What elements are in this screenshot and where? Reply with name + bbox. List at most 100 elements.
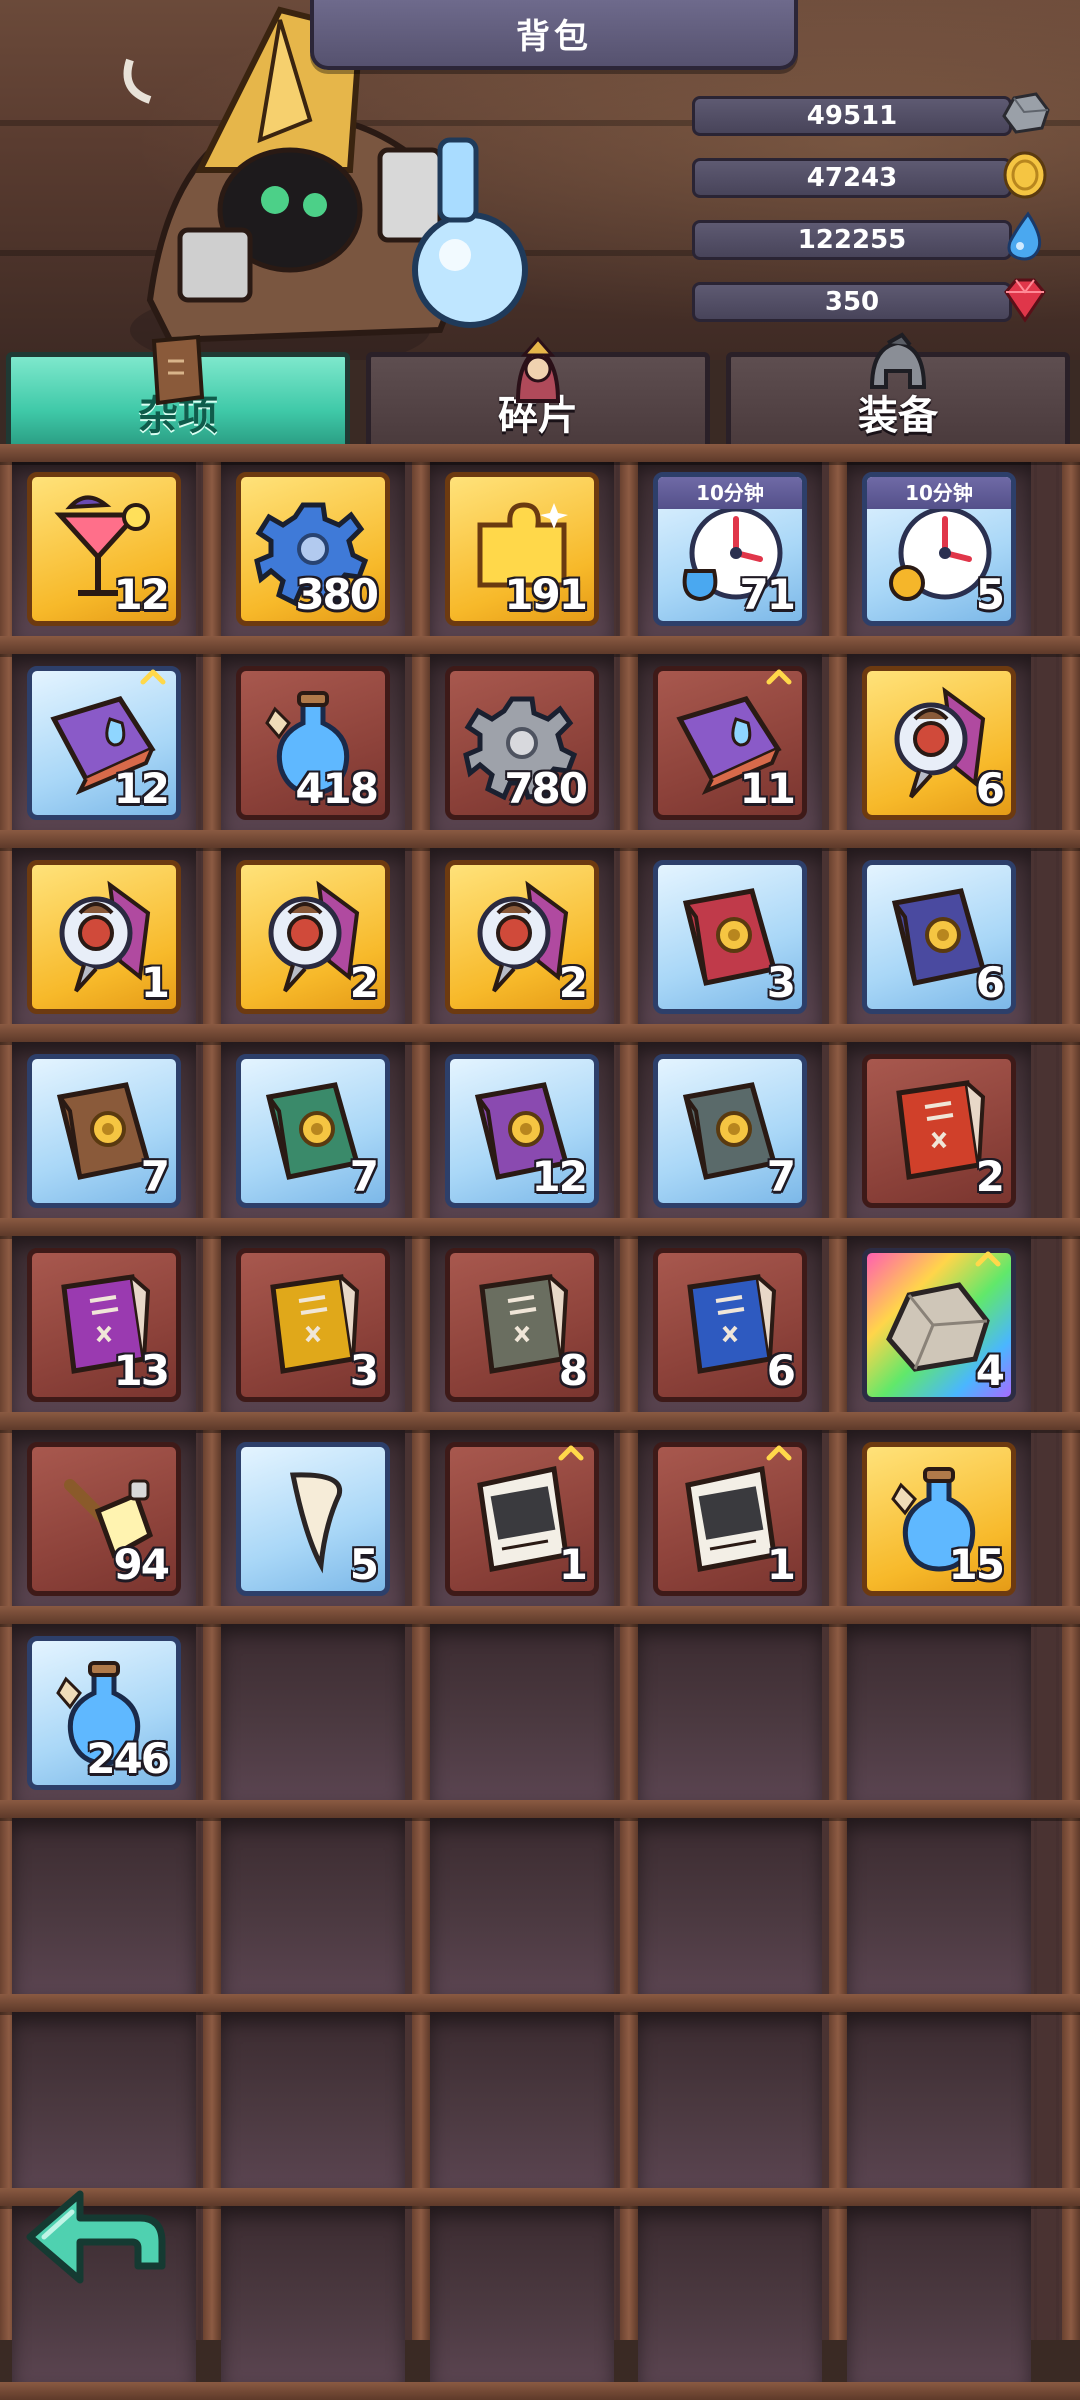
inventory-item-cocktail[interactable]: 12 [27, 472, 181, 626]
inventory-item-potion-red[interactable]: 418 [236, 666, 390, 820]
item-quantity: 12 [531, 1152, 588, 1201]
inventory-item-potion-blue[interactable]: 246 [27, 1636, 181, 1790]
upgrade-chevron-icon [766, 669, 792, 685]
hero-icon [515, 336, 561, 403]
upgrade-chevron-icon [558, 1445, 584, 1461]
item-quantity: 418 [295, 764, 379, 813]
shelf-plank [0, 1412, 1080, 1430]
inventory-item-wanted-rifle[interactable]: 1 [445, 1442, 599, 1596]
item-quantity: 191 [504, 570, 588, 619]
inventory-item-manual-purple[interactable]: 13 [27, 1248, 181, 1402]
shelf-slot [430, 1818, 614, 1994]
back-arrow-icon[interactable] [20, 2182, 170, 2292]
shelf-slot [221, 2012, 405, 2188]
currency-gold[interactable]: 47243 [692, 151, 1052, 199]
tab-fragments[interactable]: 碎片 [366, 336, 710, 452]
inventory-item-manual-grey[interactable]: 8 [445, 1248, 599, 1402]
inventory-item-potion-gold[interactable]: 15 [862, 1442, 1016, 1596]
item-quantity: 7 [766, 1152, 796, 1201]
currency-value: 47243 [692, 158, 1012, 198]
inventory-item-manual-red[interactable]: 2 [862, 1054, 1016, 1208]
shelf-plank [0, 1606, 1080, 1624]
item-quantity: 1 [766, 1540, 796, 1589]
inventory-item-glue-brush[interactable]: 94 [27, 1442, 181, 1596]
item-quantity: 71 [739, 570, 796, 619]
shelf-plank [0, 830, 1080, 848]
inventory-item-gear-grey[interactable]: 780 [445, 666, 599, 820]
shelf-slot [638, 1624, 822, 1800]
inventory-shelf: 12 380 191 10分钟71 10分钟5 12 418 780 11 [0, 444, 1080, 2400]
upgrade-chevron-icon [140, 669, 166, 685]
shelf-post [829, 452, 847, 2340]
shelf-slot [12, 2012, 196, 2188]
shelf-plank [0, 444, 1080, 462]
inventory-item-potion-book-red[interactable]: 11 [653, 666, 807, 820]
inventory-item-puzzle-piece[interactable]: 191 [445, 472, 599, 626]
inventory-item-timer-potion[interactable]: 10分钟 71 [653, 472, 807, 626]
item-quantity: 94 [113, 1540, 170, 1589]
shelf-slot [847, 2012, 1031, 2188]
item-quantity: 11 [739, 764, 796, 813]
item-quantity: 8 [558, 1346, 588, 1395]
inventory-item-tome-grey[interactable]: 7 [653, 1054, 807, 1208]
currency-value: 49511 [692, 96, 1012, 136]
inventory-item-tome-violet[interactable]: 12 [445, 1054, 599, 1208]
currency-gem[interactable]: 350 [692, 276, 1052, 323]
item-quantity: 5 [349, 1540, 379, 1589]
shelf-plank [0, 2382, 1080, 2400]
item-quantity: 2 [349, 958, 379, 1007]
inventory-item-fang[interactable]: 5 [236, 1442, 390, 1596]
currency-water[interactable]: 122255 [692, 211, 1052, 261]
item-quantity: 2 [558, 958, 588, 1007]
inventory-item-manual-blue[interactable]: 6 [653, 1248, 807, 1402]
timer-label: 10分钟 [867, 477, 1011, 509]
shelf-slot [638, 2012, 822, 2188]
shelf-plank [0, 1218, 1080, 1236]
inventory-item-potion-book-blue[interactable]: 12 [27, 666, 181, 820]
shelf-slot [221, 1624, 405, 1800]
shelf-plank [0, 1800, 1080, 1818]
item-quantity: 5 [975, 570, 1005, 619]
shelf-slot [638, 2206, 822, 2382]
item-quantity: 12 [113, 764, 170, 813]
shelf-post [1062, 452, 1080, 2340]
upgrade-chevron-icon [975, 1251, 1001, 1267]
item-quantity: 1 [140, 958, 170, 1007]
inventory-item-gear-blue[interactable]: 380 [236, 472, 390, 626]
page-title: 背包 [310, 0, 798, 70]
shelf-slot [430, 2012, 614, 2188]
item-quantity: 780 [504, 764, 588, 813]
item-quantity: 380 [295, 570, 379, 619]
inventory-item-amulet-3[interactable]: 2 [445, 860, 599, 1014]
shelf-slot [638, 1818, 822, 1994]
inventory-item-wanted-face[interactable]: 1 [653, 1442, 807, 1596]
shelf-slot [221, 2206, 405, 2382]
tab-equipment[interactable]: 装备 [726, 332, 1070, 452]
shelf-plank [0, 636, 1080, 654]
item-quantity: 3 [349, 1346, 379, 1395]
tab-misc[interactable]: 杂项 [6, 334, 350, 452]
gold-coin-icon [1003, 151, 1047, 199]
item-quantity: 6 [975, 958, 1005, 1007]
inventory-item-tome-brown[interactable]: 7 [27, 1054, 181, 1208]
currency-stone[interactable]: 49511 [692, 90, 1052, 136]
item-quantity: 6 [975, 764, 1005, 813]
inventory-item-tome-purple[interactable]: 6 [862, 860, 1016, 1014]
inventory-item-amulet-2[interactable]: 2 [236, 860, 390, 1014]
item-quantity: 15 [948, 1540, 1005, 1589]
shelf-slot [12, 1818, 196, 1994]
shelf-slot [847, 2206, 1031, 2382]
inventory-item-tome-green[interactable]: 7 [236, 1054, 390, 1208]
inventory-item-amulet-1[interactable]: 1 [27, 860, 181, 1014]
helmet-icon [869, 332, 927, 389]
shelf-slot [221, 1818, 405, 1994]
inventory-item-compass-amulet[interactable]: 6 [862, 666, 1016, 820]
inventory-item-manual-yellow[interactable]: 3 [236, 1248, 390, 1402]
timer-label: 10分钟 [658, 477, 802, 509]
inventory-item-timer-gear[interactable]: 10分钟 5 [862, 472, 1016, 626]
inventory-item-tome-red[interactable]: 3 [653, 860, 807, 1014]
item-quantity: 2 [975, 1152, 1005, 1201]
shelf-slot [847, 1818, 1031, 1994]
red-gem-icon [1004, 278, 1046, 323]
inventory-item-ore-rock[interactable]: 4 [862, 1248, 1016, 1402]
